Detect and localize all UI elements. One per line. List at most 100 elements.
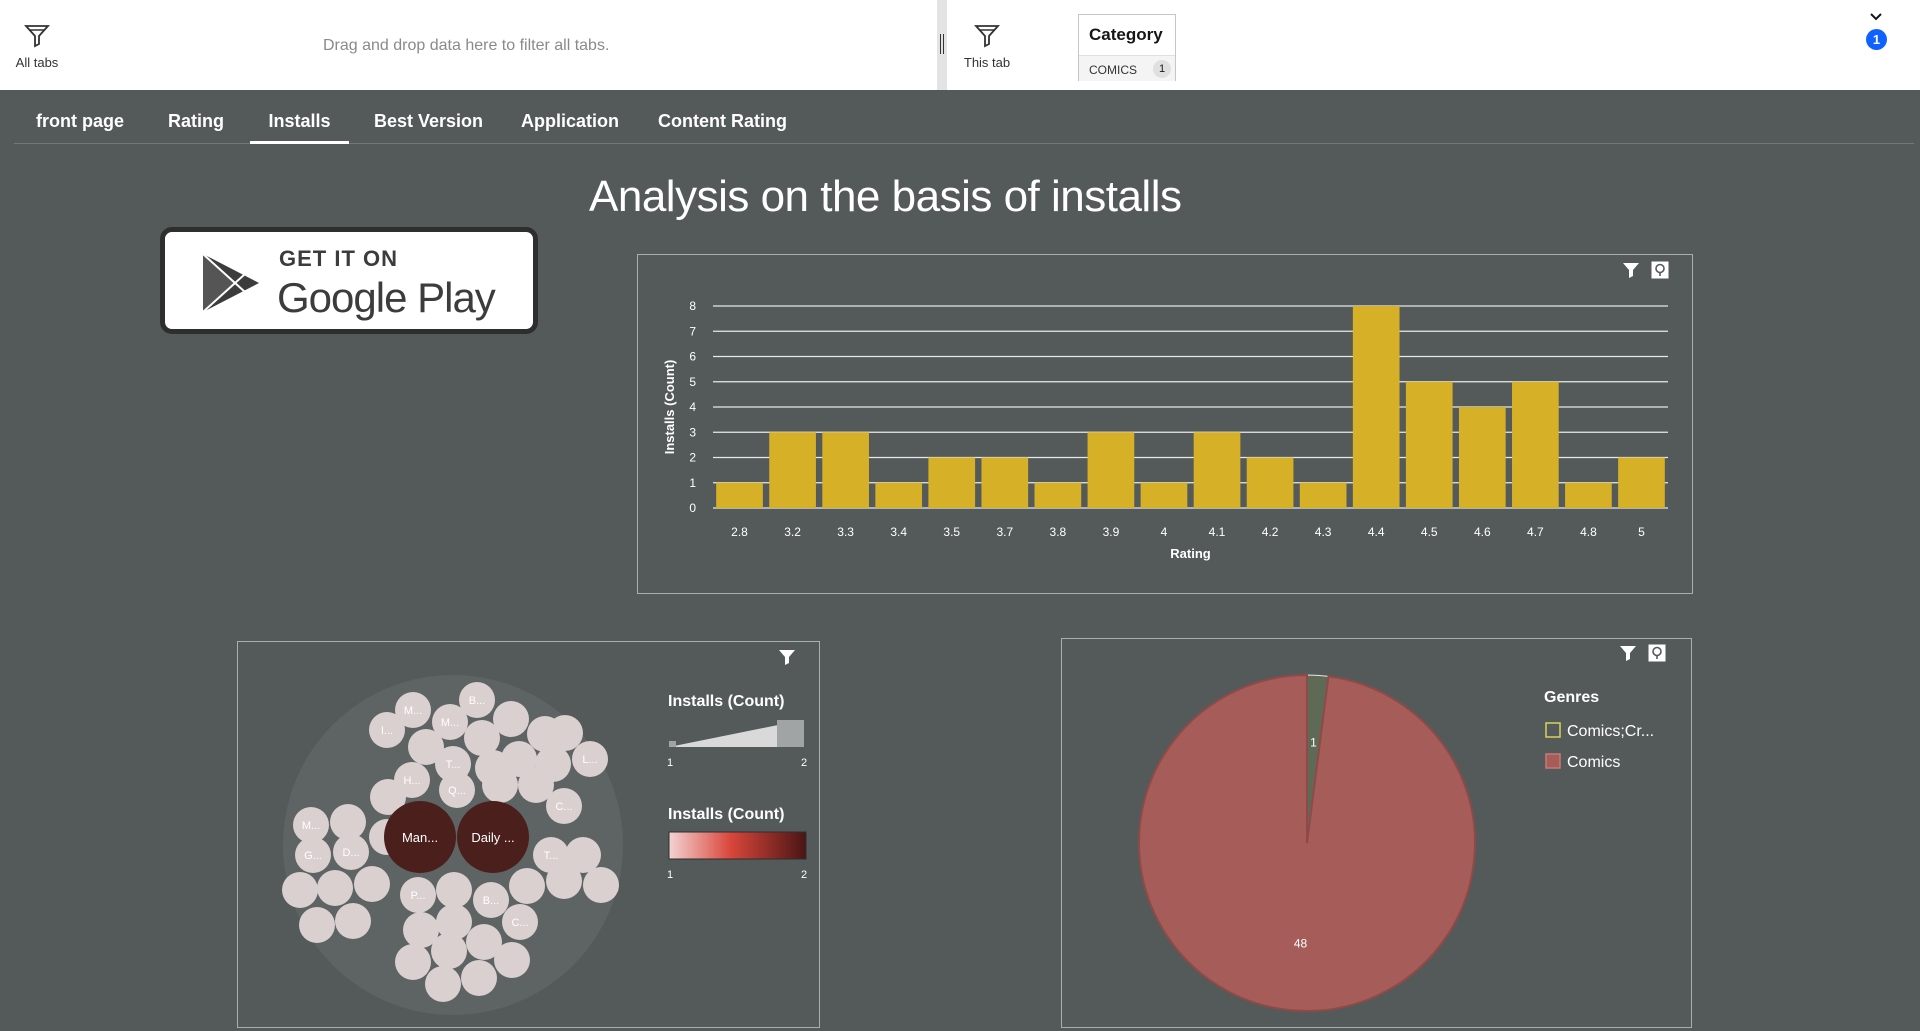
google-play-badge: GET IT ON Google Play xyxy=(160,227,538,334)
y-tick-label: 1 xyxy=(689,476,696,490)
small-bubble xyxy=(509,868,545,904)
filter-icon xyxy=(23,25,51,48)
x-tick-label: 4.4 xyxy=(1368,525,1385,539)
installs-packed-bubble-chart: M... B... M... I... T... L... H... Q... C... M...… xyxy=(282,675,807,1015)
large-bubble-label: Man... xyxy=(402,830,438,845)
x-tick-label: 4.3 xyxy=(1315,525,1332,539)
bar xyxy=(769,432,816,508)
pie-legend-title: Genres xyxy=(1544,689,1599,706)
small-bubble-label: M... xyxy=(302,820,320,832)
small-bubble xyxy=(282,872,318,908)
pie-legend-label: Comics;Cr... xyxy=(1567,723,1654,740)
pie-legend-swatch xyxy=(1545,753,1561,769)
x-axis-title: Rating xyxy=(1170,546,1211,561)
size-legend-min-block xyxy=(669,741,676,747)
color-legend-max-label: 2 xyxy=(801,869,807,881)
category-filter-value-row[interactable]: COMICS 1 xyxy=(1079,55,1175,81)
small-bubble xyxy=(395,944,431,980)
tab-content-rating[interactable]: Content Rating xyxy=(658,104,787,144)
bar xyxy=(1352,306,1400,508)
y-tick-label: 8 xyxy=(689,299,696,313)
bar xyxy=(716,482,763,508)
size-legend-max-label: 2 xyxy=(801,757,807,769)
all-tabs-label: All tabs xyxy=(15,55,59,70)
genres-pie-chart: 1 48 Genres Comics;Cr... Comics xyxy=(1138,673,1654,1012)
size-legend-min-label: 1 xyxy=(667,757,673,769)
bar xyxy=(1512,381,1559,508)
filter-bar: All tabs Drag and drop data here to filt… xyxy=(0,0,1920,90)
tab-application[interactable]: Application xyxy=(521,104,619,144)
small-bubble-label: G... xyxy=(304,850,322,862)
x-tick-label: 4.8 xyxy=(1580,525,1597,539)
bar xyxy=(875,482,923,508)
widget-filter-icon[interactable] xyxy=(1619,644,1637,662)
tab-rating[interactable]: Rating xyxy=(168,104,224,144)
google-play-badge-top-text: GET IT ON xyxy=(279,246,398,271)
bar xyxy=(1246,457,1294,508)
small-bubble-label: T... xyxy=(544,850,559,862)
color-legend-min-label: 1 xyxy=(667,869,673,881)
google-play-logo-icon xyxy=(202,253,259,313)
filter-icon xyxy=(973,25,1001,48)
y-tick-label: 2 xyxy=(689,451,696,465)
small-bubble-label: L... xyxy=(582,754,597,766)
x-tick-label: 3.8 xyxy=(1050,525,1067,539)
widget-focus-icon[interactable] xyxy=(1651,261,1669,279)
small-bubble-label: B... xyxy=(483,895,500,907)
genres-pie-widget[interactable]: 1 48 Genres Comics;Cr... Comics xyxy=(1061,638,1692,1028)
size-legend-title: Installs (Count) xyxy=(668,693,784,710)
notification-badge[interactable]: 1 xyxy=(1866,29,1887,50)
bar xyxy=(1193,432,1241,508)
drop-zone-hint[interactable]: Drag and drop data here to filter all ta… xyxy=(323,37,609,55)
tab-front-page[interactable]: front page xyxy=(36,104,124,144)
x-tick-label: 3.9 xyxy=(1103,525,1120,539)
small-bubble-label: M... xyxy=(404,705,422,717)
small-bubble-label: T... xyxy=(446,759,461,771)
y-tick-label: 6 xyxy=(689,350,696,364)
chevron-down-icon[interactable] xyxy=(1869,10,1883,24)
small-bubble-label: Q... xyxy=(448,785,466,797)
widget-filter-icon[interactable] xyxy=(1622,261,1640,279)
bar xyxy=(1034,482,1082,508)
x-tick-label: 4.2 xyxy=(1262,525,1279,539)
small-bubble xyxy=(317,870,353,906)
bar xyxy=(981,457,1029,508)
tab-bar: front page Rating Installs Best Version … xyxy=(14,104,1914,144)
small-bubble xyxy=(425,966,461,1002)
google-play-badge-bottom-text: Google Play xyxy=(277,274,496,321)
all-tabs-filter-zone[interactable]: All tabs Drag and drop data here to filt… xyxy=(0,0,937,90)
widget-filter-icon[interactable] xyxy=(778,648,796,666)
filter-bar-splitter[interactable] xyxy=(937,0,947,90)
bar xyxy=(1405,381,1453,508)
widget-focus-icon[interactable] xyxy=(1648,644,1666,662)
x-tick-label: 3.3 xyxy=(837,525,854,539)
small-bubble xyxy=(482,767,518,803)
small-bubble xyxy=(431,933,467,969)
small-bubble xyxy=(546,863,582,899)
tab-best-version[interactable]: Best Version xyxy=(374,104,483,144)
bar xyxy=(1299,482,1347,508)
this-tab-filter-zone[interactable]: This tab Category COMICS 1 xyxy=(947,0,1920,90)
this-tab-filter-button[interactable]: This tab xyxy=(957,22,1017,70)
small-bubble-label: H... xyxy=(403,775,420,787)
category-filter-value: COMICS xyxy=(1089,63,1137,77)
this-tab-label: This tab xyxy=(963,55,1011,70)
installs-by-rating-widget[interactable]: 0 1 2 3 4 5 6 7 8 2.8 3.2 3.3 3.4 3.5 3.7 3.8 3.9 4 4.1 4.2… xyxy=(637,254,1693,594)
tab-installs[interactable]: Installs xyxy=(250,104,349,144)
x-tick-label: 4.1 xyxy=(1209,525,1226,539)
small-bubble-label: M... xyxy=(441,717,459,729)
x-tick-label: 3.2 xyxy=(784,525,801,539)
small-bubble xyxy=(547,715,583,751)
pie-slice xyxy=(1138,673,1476,1012)
y-tick-label: 0 xyxy=(689,501,696,515)
y-tick-label: 5 xyxy=(689,375,696,389)
x-tick-label: 3.5 xyxy=(943,525,960,539)
y-tick-label: 7 xyxy=(689,324,696,338)
installs-packed-bubble-widget[interactable]: M... B... M... I... T... L... H... Q... C... M...… xyxy=(237,641,820,1028)
bar xyxy=(1087,432,1135,508)
category-filter-chip[interactable]: Category COMICS 1 xyxy=(1078,14,1176,81)
all-tabs-filter-button[interactable]: All tabs xyxy=(12,22,62,70)
x-tick-label: 2.8 xyxy=(731,525,748,539)
small-bubble-label: C... xyxy=(555,801,572,813)
bar xyxy=(1458,407,1506,508)
